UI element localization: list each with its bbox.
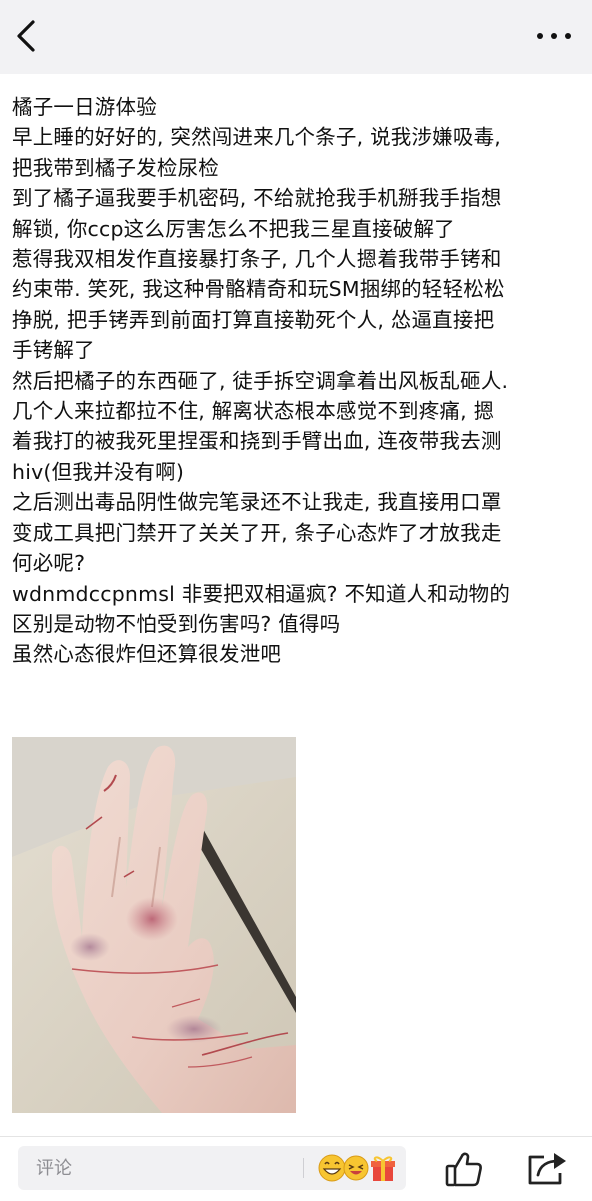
post-text-line: 虽然心态很炸但还算很发泄吧 bbox=[12, 642, 282, 667]
thumbs-up-icon bbox=[445, 1152, 482, 1187]
comment-box-divider bbox=[303, 1158, 304, 1178]
top-nav-bar bbox=[0, 0, 592, 74]
emoji-button[interactable] bbox=[316, 1152, 398, 1184]
bottom-action-bar bbox=[0, 1136, 592, 1201]
like-button[interactable] bbox=[444, 1149, 484, 1189]
comment-box bbox=[18, 1146, 406, 1190]
hand-photo-illustration bbox=[12, 737, 296, 1113]
emoji-picker-icon bbox=[318, 1154, 395, 1182]
post-text-line: 解锁, 你ccp这么厉害怎么不把我三星直接破解了 bbox=[12, 216, 455, 241]
post-text-line: wdnmdccpnmsl 非要把双相逼疯? 不知道人和动物的 bbox=[12, 581, 511, 606]
post-text-line: 之后测出毒品阴性做完笔录还不让我走, 我直接用口罩 bbox=[12, 490, 502, 515]
comment-input[interactable] bbox=[18, 1146, 303, 1190]
post-text-line: 手铐解了 bbox=[12, 338, 95, 363]
more-options-button[interactable] bbox=[530, 18, 578, 54]
post-text-line: 挣脱, 把手铐弄到前面打算直接勒死个人, 怂逼直接把 bbox=[12, 307, 495, 332]
post-text-line: 几个人来拉都拉不住, 解离状态根本感觉不到疼痛, 摁 bbox=[12, 399, 495, 424]
share-icon bbox=[528, 1153, 566, 1185]
back-button[interactable] bbox=[8, 14, 44, 58]
post-title: 橘子一日游体验 bbox=[12, 95, 157, 119]
post-text-line: hiv(但我并没有啊) bbox=[12, 459, 185, 484]
post-photo[interactable] bbox=[12, 737, 296, 1113]
post-text-line: 何必呢? bbox=[12, 551, 86, 576]
post-text-line: 惹得我双相发作直接暴打条子, 几个人摁着我带手铐和 bbox=[12, 247, 502, 272]
post-text-line: 区别是动物不怕受到伤害吗? 值得吗 bbox=[12, 611, 341, 636]
post-body: 橘子一日游体验 早上睡的好好的, 突然闯进来几个条子, 说我涉嫌吸毒, 把我带到… bbox=[12, 92, 584, 670]
post-text-line: 早上睡的好好的, 突然闯进来几个条子, 说我涉嫌吸毒, bbox=[12, 125, 501, 150]
post-text-line: 变成工具把门禁开了关关了开, 条子心态炸了才放我走 bbox=[12, 520, 502, 545]
chevron-left-icon bbox=[17, 20, 35, 52]
post-text-line: 然后把橘子的东西砸了, 徒手拆空调拿着出风板乱砸人. bbox=[12, 368, 509, 393]
post-text-line: 把我带到橘子发检尿检 bbox=[12, 155, 219, 180]
post-text-line: 着我打的被我死里捏蛋和挠到手臂出血, 连夜带我去测 bbox=[12, 429, 502, 454]
more-horizontal-icon bbox=[537, 33, 571, 39]
post-text-line: 到了橘子逼我要手机密码, 不给就抢我手机掰我手指想 bbox=[12, 186, 502, 211]
share-button[interactable] bbox=[524, 1149, 568, 1189]
post-text-line: 约束带. 笑死, 我这种骨骼精奇和玩SM捆绑的轻轻松松 bbox=[12, 277, 505, 302]
